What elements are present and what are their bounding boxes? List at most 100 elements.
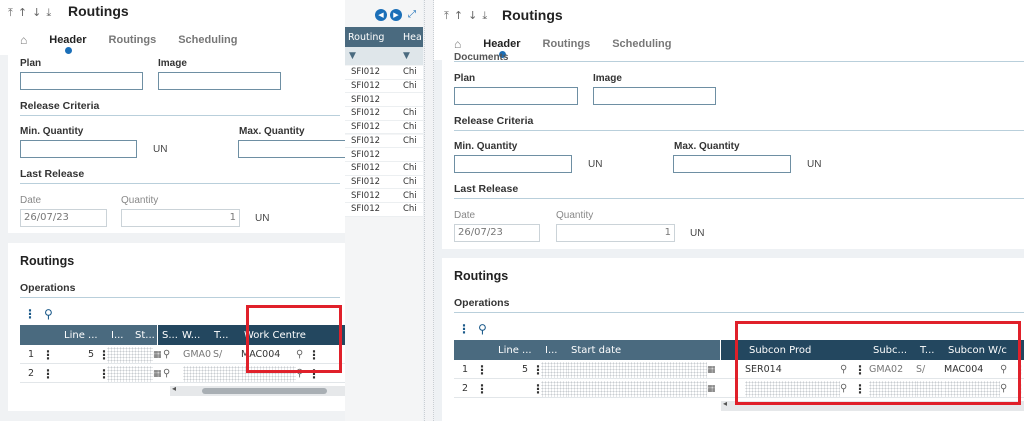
row-menu-icon[interactable]: ⋮ (476, 363, 494, 377)
home-icon[interactable]: ⌂ (20, 33, 27, 47)
last-record-icon[interactable]: ⤓ (482, 9, 487, 23)
scroll-left-icon[interactable]: ◂ (172, 384, 176, 393)
list-item[interactable]: SFI012 Chi (345, 203, 423, 217)
row-menu-icon[interactable]: ⋮ (98, 367, 110, 381)
routings-section-title: Routings (20, 254, 75, 268)
start-cell[interactable] (131, 346, 153, 363)
column-w[interactable]: W... (178, 330, 210, 341)
column-header[interactable]: Hea (403, 32, 423, 43)
start-date-cell[interactable] (567, 361, 707, 378)
next-record-icon[interactable]: ↓ (32, 6, 41, 20)
release-criteria-heading: Release Criteria (20, 100, 100, 112)
previous-record-icon[interactable]: ↑ (454, 9, 463, 23)
row-menu-icon[interactable]: ⋮ (532, 363, 544, 377)
column-line[interactable]: Line ... (494, 345, 541, 356)
grid-menu-icon[interactable]: ⋮ (24, 307, 36, 321)
grid-search-icon[interactable]: ⚲ (44, 307, 53, 321)
horizontal-scrollbar[interactable]: ◂ (170, 384, 345, 396)
calendar-icon[interactable]: ▦ (153, 369, 163, 379)
expand-icon[interactable]: ⤢ (408, 9, 416, 20)
list-item[interactable]: SFI012 Chi (345, 66, 423, 80)
scroll-left-icon[interactable]: ◂ (723, 399, 727, 408)
next-icon[interactable]: ▶ (390, 9, 402, 21)
grid-search-icon[interactable]: ⚲ (478, 322, 487, 336)
column-t[interactable]: T... (210, 330, 240, 341)
column-line[interactable]: Line ... (60, 330, 107, 341)
calendar-icon[interactable]: ▦ (707, 384, 721, 394)
tab-scheduling[interactable]: Scheduling (178, 34, 237, 46)
list-item[interactable]: SFI012 (345, 93, 423, 108)
column-start-date[interactable]: Start date (567, 345, 720, 356)
first-record-icon[interactable]: ⤒ (444, 9, 449, 23)
t-cell[interactable] (213, 365, 241, 382)
previous-record-icon[interactable]: ↑ (18, 6, 27, 20)
t-cell[interactable]: S/ (213, 349, 241, 360)
list-item[interactable]: SFI012 Chi (345, 161, 423, 176)
list-item[interactable]: SFI012 Chi (345, 189, 423, 203)
list-item[interactable]: SFI012 (345, 148, 423, 162)
image-field[interactable] (158, 72, 281, 90)
i-cell[interactable] (107, 346, 131, 363)
w-cell[interactable] (183, 365, 213, 382)
i-cell[interactable] (107, 365, 131, 382)
column-i[interactable]: I... (107, 330, 131, 341)
min-quantity-field[interactable] (454, 155, 572, 173)
date-field[interactable]: 26/07/23 (454, 224, 540, 242)
row-number: 1 (461, 364, 469, 375)
line-cell[interactable]: 5 (60, 349, 98, 360)
tab-header[interactable]: Header (483, 38, 521, 58)
quantity-field[interactable]: 1 (121, 209, 240, 227)
i-cell[interactable] (541, 361, 567, 378)
search-icon[interactable]: ⚲ (163, 368, 183, 379)
calendar-icon[interactable]: ▦ (153, 350, 163, 360)
column-start[interactable]: St... (131, 330, 157, 341)
header-cell: Chi (403, 67, 417, 78)
row-menu-icon[interactable]: ⋮ (98, 348, 110, 362)
row-menu-icon[interactable]: ⋮ (532, 382, 544, 396)
home-icon[interactable]: ⌂ (454, 37, 461, 51)
grid-menu-icon[interactable]: ⋮ (458, 322, 470, 336)
filter-icon[interactable]: ▼ (345, 51, 403, 61)
date-field[interactable]: 26/07/23 (20, 209, 107, 227)
row-menu-icon[interactable]: ⋮ (42, 348, 60, 362)
line-cell[interactable]: 5 (494, 364, 532, 375)
quantity-field[interactable]: 1 (556, 224, 675, 242)
tab-header[interactable]: Header (49, 34, 87, 54)
search-icon[interactable]: ⚲ (163, 349, 183, 360)
next-record-icon[interactable]: ↓ (468, 9, 477, 23)
tab-scheduling[interactable]: Scheduling (612, 38, 671, 50)
calendar-icon[interactable]: ▦ (707, 365, 721, 375)
row-menu-icon[interactable]: ⋮ (42, 367, 60, 381)
tab-bar: ⌂ Header Routings Scheduling (454, 37, 672, 58)
quantity-label: Quantity (556, 210, 594, 221)
max-quantity-field[interactable] (238, 140, 345, 158)
tab-routings[interactable]: Routings (543, 38, 591, 50)
column-routing[interactable]: Routing (345, 32, 403, 43)
list-item[interactable]: SFI012 Chi (345, 107, 423, 121)
panel-splitter[interactable] (424, 0, 434, 421)
min-quantity-field[interactable] (20, 140, 137, 158)
start-cell[interactable] (131, 365, 153, 382)
plan-field[interactable] (454, 87, 578, 105)
plan-field[interactable] (20, 72, 143, 90)
filter-icon[interactable]: ▼ (403, 51, 423, 61)
max-quantity-field[interactable] (673, 155, 791, 173)
column-s[interactable]: S... (158, 330, 178, 341)
list-item[interactable]: SFI012 Chi (345, 79, 423, 94)
image-field[interactable] (593, 87, 716, 105)
last-record-icon[interactable]: ⤓ (46, 6, 51, 20)
list-item[interactable]: SFI012 Chi (345, 120, 423, 135)
header-cell: Chi (403, 81, 417, 92)
start-date-cell[interactable] (567, 380, 707, 397)
list-item[interactable]: SFI012 Chi (345, 175, 423, 190)
scroll-thumb[interactable] (202, 388, 327, 394)
previous-icon[interactable]: ◀ (375, 9, 387, 21)
column-i[interactable]: I... (541, 345, 567, 356)
row-menu-icon[interactable]: ⋮ (476, 382, 494, 396)
tab-routings[interactable]: Routings (109, 34, 157, 46)
first-record-icon[interactable]: ⤒ (8, 6, 13, 20)
header-card: Documents Plan Image Release Criteria Mi… (442, 52, 1024, 249)
w-cell[interactable]: GMA0 (183, 349, 213, 360)
list-item[interactable]: SFI012 Chi (345, 134, 423, 149)
i-cell[interactable] (541, 380, 567, 397)
